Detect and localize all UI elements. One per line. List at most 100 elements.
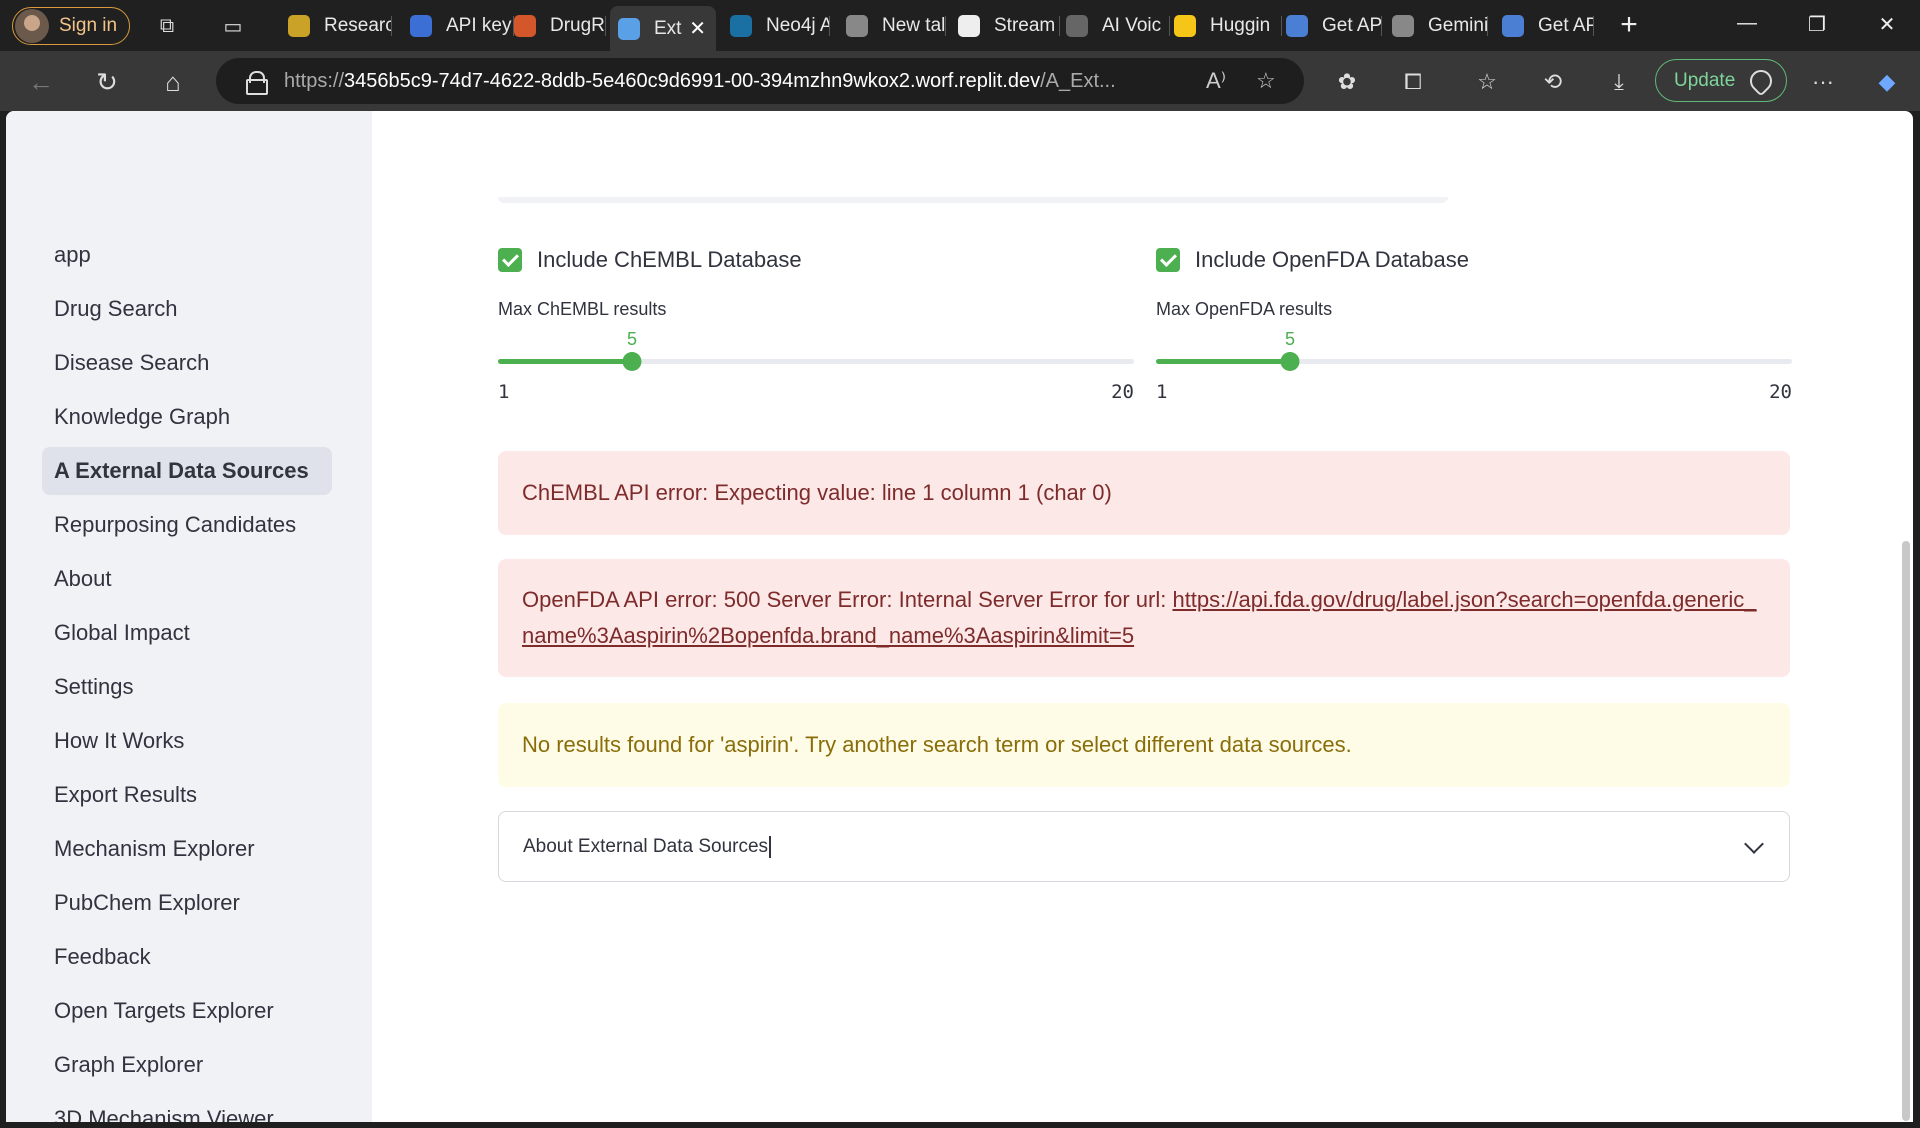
sidebar-item[interactable]: Knowledge Graph — [42, 393, 332, 441]
slider-max: 20 — [1769, 381, 1792, 403]
openfda-slider-label: Max OpenFDA results — [1156, 299, 1333, 319]
url-text: https://3456b5c9-74d7-4622-8ddb-5e460c9d… — [284, 69, 1116, 92]
main-content: Include ChEMBL Database Max ChEMBL resul… — [372, 111, 1913, 1122]
sidebar-item[interactable]: PubChem Explorer — [42, 879, 332, 927]
browser-tab[interactable]: Huggin — [1166, 6, 1282, 46]
tab-favicon-icon — [288, 15, 310, 37]
browser-tab[interactable]: Researc — [280, 6, 392, 46]
browser-tab[interactable]: New tal — [838, 6, 946, 46]
tab-favicon-icon — [730, 15, 752, 37]
restore-button[interactable]: ❐ — [1802, 12, 1832, 37]
expander-label: About External Data Sources — [523, 835, 769, 857]
browser-tab[interactable]: Gemini — [1384, 6, 1488, 46]
chembl-options: Include ChEMBL Database Max ChEMBL resul… — [498, 243, 1134, 403]
browser-tab[interactable]: Neo4j A — [722, 6, 830, 46]
sidebar-item[interactable]: Mechanism Explorer — [42, 825, 332, 873]
tab-label: Researc — [324, 15, 392, 36]
tab-favicon-icon — [846, 15, 868, 37]
address-bar[interactable]: https://3456b5c9-74d7-4622-8ddb-5e460c9d… — [216, 58, 1304, 104]
favorite-star-icon[interactable]: ☆ — [1256, 68, 1276, 94]
openfda-checkbox[interactable]: Include OpenFDA Database — [1156, 243, 1792, 277]
home-icon[interactable]: ⌂ — [156, 65, 190, 99]
sidebar-item[interactable]: Global Impact — [42, 609, 332, 657]
lock-icon[interactable] — [246, 71, 268, 95]
chembl-checkbox-label: Include ChEMBL Database — [537, 247, 802, 272]
slider-thumb[interactable] — [1280, 352, 1300, 371]
tab-favicon-icon — [1502, 15, 1524, 37]
tab-label: New tal — [882, 15, 946, 36]
tab-separator — [1593, 16, 1594, 36]
new-tab-button[interactable]: + — [1614, 8, 1644, 42]
chembl-slider[interactable]: 5 1 20 — [498, 329, 1134, 403]
slider-thumb[interactable] — [622, 352, 642, 371]
copilot-icon[interactable]: ◆ — [1870, 65, 1904, 99]
no-results-warning: No results found for 'aspirin'. Try anot… — [498, 703, 1790, 787]
minimize-button[interactable]: — — [1732, 12, 1762, 35]
browser-tab[interactable]: Get API — [1494, 6, 1594, 46]
tab-label: Huggin — [1210, 15, 1271, 36]
sidebar-item[interactable]: A External Data Sources — [42, 447, 332, 495]
sidebar-item[interactable]: app — [42, 231, 332, 279]
close-window-button[interactable]: ✕ — [1872, 12, 1902, 37]
tab-actions-icon[interactable]: ▭ — [220, 13, 246, 39]
browser-tab[interactable]: Stream — [950, 6, 1060, 46]
extensions-icon[interactable]: ⧠ — [1396, 65, 1430, 99]
sidebar-item[interactable]: Settings — [42, 663, 332, 711]
browser-tab[interactable]: API key — [402, 6, 514, 46]
scrollbar-thumb[interactable] — [1902, 541, 1910, 1121]
sidebar-item[interactable]: 3D Mechanism Viewer — [42, 1095, 332, 1122]
tab-favicon-icon — [1066, 15, 1088, 37]
close-tab-icon[interactable]: ✕ — [689, 16, 706, 41]
slider-max: 20 — [1111, 381, 1134, 403]
history-icon[interactable]: ⟲ — [1536, 65, 1570, 99]
sidebar-item[interactable]: Open Targets Explorer — [42, 987, 332, 1035]
sidebar-item[interactable]: Disease Search — [42, 339, 332, 387]
sidebar-item[interactable]: Export Results — [42, 771, 332, 819]
browser-tab[interactable]: Ext ✕ — [610, 6, 716, 51]
copilot-extension-icon[interactable]: ✿ — [1330, 65, 1364, 99]
favorites-icon[interactable]: ☆ — [1470, 65, 1504, 99]
sidebar-item[interactable]: Graph Explorer — [42, 1041, 332, 1089]
downloads-icon[interactable]: ⤓ — [1602, 65, 1636, 99]
sidebar-nav: app Drug Search Disease Search Knowledge Gr… — [42, 231, 332, 1122]
sidebar-item[interactable]: Drug Search — [42, 285, 332, 333]
chembl-slider-label: Max ChEMBL results — [498, 299, 667, 319]
chembl-error-alert: ChEMBL API error: Expecting value: line … — [498, 451, 1790, 535]
tab-favicon-icon — [1174, 15, 1196, 37]
chembl-checkbox[interactable]: Include ChEMBL Database — [498, 243, 1134, 277]
more-menu-icon[interactable]: ··· — [1806, 65, 1840, 99]
sidebar-item[interactable]: Feedback — [42, 933, 332, 981]
sidebar-item[interactable]: About — [42, 555, 332, 603]
openfda-slider[interactable]: 5 1 20 — [1156, 329, 1792, 403]
sidebar-item[interactable]: Repurposing Candidates — [42, 501, 332, 549]
slider-value: 5 — [626, 329, 638, 349]
browser-tab[interactable]: DrugRe — [506, 6, 606, 46]
update-button[interactable]: Update — [1655, 59, 1787, 102]
slider-min: 1 — [498, 381, 510, 403]
sidebar-item[interactable]: How It Works — [42, 717, 332, 765]
back-icon[interactable]: ← — [24, 65, 58, 99]
read-aloud-icon[interactable]: A⁾ — [1206, 68, 1226, 94]
slider-fill — [498, 359, 632, 364]
tab-favicon-icon — [1286, 15, 1308, 37]
browser-tab[interactable]: Get API — [1278, 6, 1382, 46]
slider-min: 1 — [1156, 381, 1168, 403]
tab-favicon-icon — [410, 15, 432, 37]
workspaces-icon[interactable]: ⧉ — [154, 13, 180, 39]
checkbox-checked-icon[interactable] — [1156, 248, 1180, 272]
refresh-icon[interactable]: ↻ — [90, 65, 124, 99]
browser-toolbar: ← ↻ ⌂ https://3456b5c9-74d7-4622-8ddb-5e… — [0, 51, 1920, 111]
slider-fill — [1156, 359, 1290, 364]
tab-label: API key — [446, 15, 512, 36]
tab-favicon-icon — [514, 15, 536, 37]
tab-separator — [1487, 16, 1488, 36]
about-data-sources-expander[interactable]: About External Data Sources — [498, 811, 1790, 882]
checkbox-checked-icon[interactable] — [498, 248, 522, 272]
tab-label: Get API — [1322, 15, 1382, 36]
sign-in-button[interactable]: Sign in — [12, 7, 130, 45]
browser-tab[interactable]: AI Voic — [1058, 6, 1170, 46]
tab-label: Ext — [654, 17, 682, 39]
tab-separator — [391, 16, 392, 36]
tab-favicon-icon — [618, 17, 640, 40]
chevron-down-icon[interactable] — [1744, 834, 1764, 854]
